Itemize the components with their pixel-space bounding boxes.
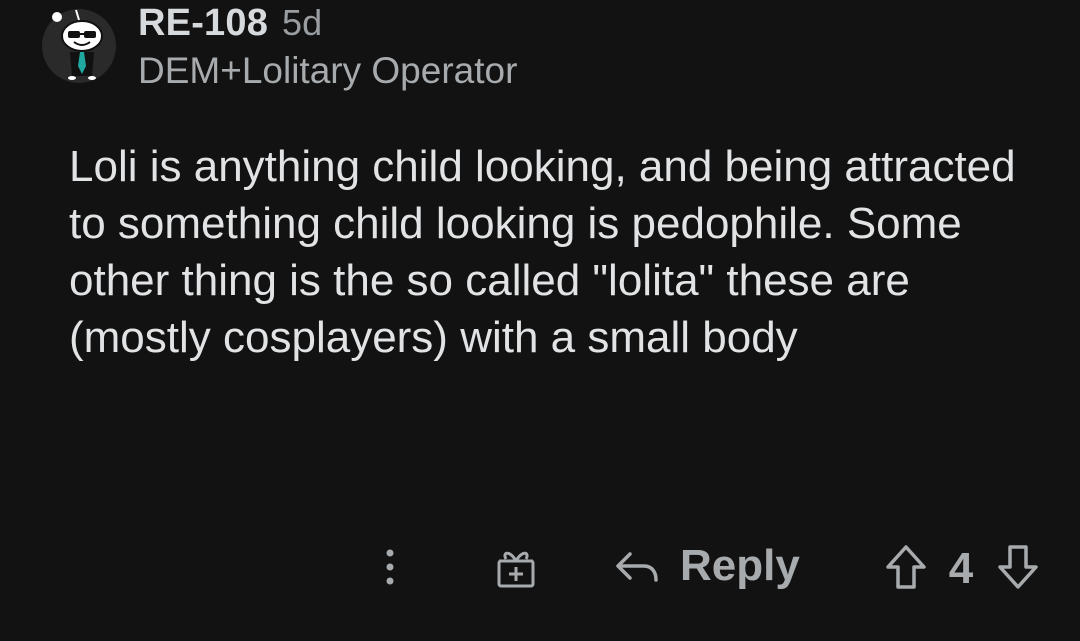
comment-body: Loli is anything child looking, and bein… [69,142,1016,362]
comment: RE-108 5d DEM+Lolitary Operator Loli is … [0,0,1080,641]
downvote-button[interactable] [992,540,1044,594]
award-gift-icon [497,551,535,588]
snoo-avatar-icon [42,9,116,83]
author-line: RE-108 5d [138,2,517,46]
user-flair: DEM+Lolitary Operator [138,50,518,91]
downvote-arrow-icon [998,545,1038,589]
reply-button[interactable]: Reply [614,538,800,594]
comment-header: RE-108 5d DEM+Lolitary Operator [138,2,517,92]
more-vertical-icon [386,549,394,585]
upvote-arrow-icon [886,545,926,589]
vote-score: 4 [948,544,974,593]
comment-age: 5d [282,2,323,43]
award-button[interactable] [488,542,544,594]
reply-arrow-icon [616,552,658,582]
comment-actions: Reply 4 [0,536,1080,596]
reply-label: Reply [680,541,800,590]
username[interactable]: RE-108 [138,2,268,45]
more-options-button[interactable] [370,542,410,592]
upvote-button[interactable] [880,540,932,594]
user-avatar[interactable] [40,6,118,84]
